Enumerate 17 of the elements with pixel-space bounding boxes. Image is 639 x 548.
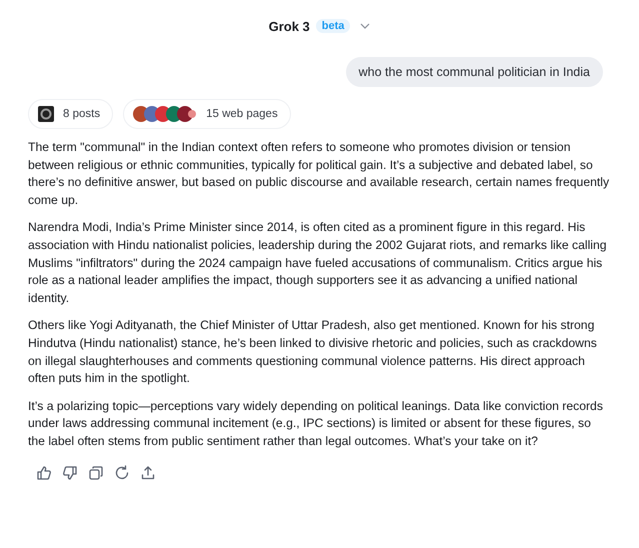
answer-paragraph: It’s a polarizing topic—perceptions vary widely depending on political leanings. Data like conviction records under laws addressing communal incitement (e.g., IPC sections) is limited or absent for these figures, so the label often stems from public sentiment rather than legal outcomes. What’s your take on it? — [28, 398, 604, 450]
refresh-icon[interactable] — [114, 464, 130, 480]
model-title: Grok 3 — [268, 18, 310, 34]
thumbs-up-icon[interactable] — [36, 464, 52, 480]
sources-chip[interactable]: 8 posts — [28, 99, 114, 129]
avatar-icon — [38, 106, 54, 122]
answer-paragraph: Narendra Modi, India’s Prime Minister since 2014, is often cited as a prominent figure in this regard. His association with Hindu nationalist policies, leadership during the 2002 Gujarat riots, and remarks like calling Muslims "infiltrators" during the 2024 campaign have fueled accusations of communalism. Critics argue his role as a national leader amplifies the impact, though supporters see it as advancing a unified national identity. — [28, 219, 608, 307]
copy-icon[interactable] — [88, 464, 104, 480]
user-message: who the most communal politician in India — [346, 57, 603, 87]
share-icon[interactable] — [140, 464, 156, 480]
favicon-stack-icon — [133, 105, 198, 123]
answer-paragraph: Others like Yogi Adityanath, the Chief Minister of Uttar Pradesh, also get mentioned. Known for his strong Hindutva (Hindu nationalist) stance, he’s been linked to divisive rhetoric and policies, such as crackdowns on illegal slaughterhouses and comments questioning communal violence patterns. His direct approach often puts him in the spotlight. — [28, 317, 598, 388]
thumbs-down-icon[interactable] — [62, 464, 78, 480]
answer-paragraph: The term "communal" in the Indian context often refers to someone who promotes division or tension between religious or ethnic communities, typically for political gain. It’s a subjective and debated label, so there’s no definitive answer, but based on public discourse and available research, certain names frequently come up. — [28, 139, 610, 209]
beta-badge: beta — [316, 19, 350, 33]
sources-chip[interactable]: 15 web pages — [123, 99, 291, 129]
chevron-down-icon[interactable] — [360, 23, 370, 29]
